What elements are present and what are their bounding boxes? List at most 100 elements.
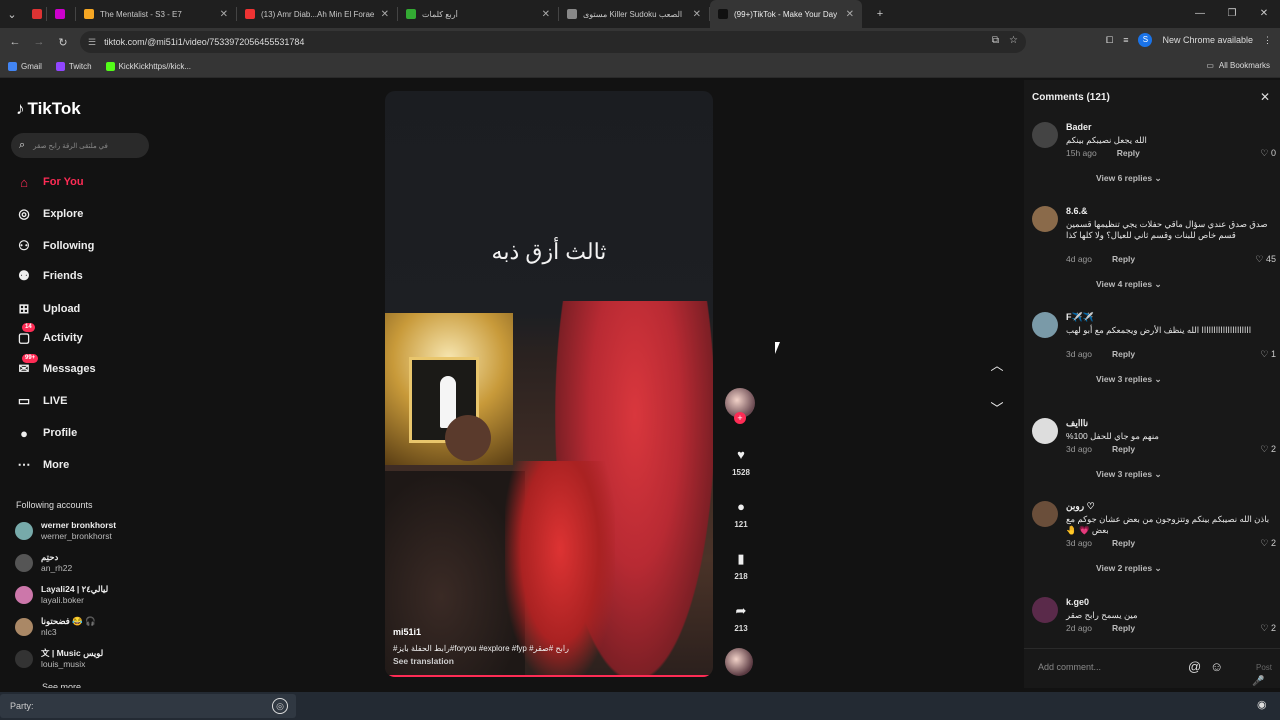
forward-button[interactable]: → bbox=[27, 36, 51, 48]
comment-like[interactable]: ♡ 2 bbox=[1260, 444, 1276, 455]
browser-tab[interactable]: (13) Amr Diab...Ah Min El Forae ✕ bbox=[237, 0, 397, 28]
browser-tab[interactable]: (99+)TikTok - Make Your Day ✕ bbox=[710, 0, 862, 28]
reply-button[interactable]: Reply bbox=[1112, 623, 1135, 633]
tiktok-logo[interactable]: ♪ TikTok bbox=[16, 99, 81, 119]
reading-list-icon[interactable]: ≡ bbox=[1123, 35, 1128, 45]
site-info-icon[interactable]: ☰ bbox=[88, 37, 96, 48]
video-player[interactable]: ثالث أزق ذبه mi51i1 #رابط الحفلة بايز#fo… bbox=[385, 91, 713, 677]
reply-button[interactable]: Reply bbox=[1117, 148, 1140, 158]
comment-author[interactable]: F✈️✈️ bbox=[1066, 312, 1094, 323]
sidebar-item-messages[interactable]: ✉ 99+ Messages bbox=[15, 354, 96, 378]
avatar[interactable] bbox=[1032, 501, 1058, 527]
close-tab-icon[interactable]: ✕ bbox=[536, 9, 550, 20]
sidebar-item-activity[interactable]: ▢ 14 Activity bbox=[15, 323, 83, 347]
bookmark-item[interactable]: Twitch bbox=[55, 62, 92, 71]
search-box[interactable]: ⌕ في ملتقى الرقة رابح صقر bbox=[11, 133, 149, 158]
video-caption[interactable]: #رابط الحفلة بايز#foryou #explore #fyp #… bbox=[393, 644, 569, 653]
see-translation-link[interactable]: See translation bbox=[393, 656, 454, 666]
sidebar-item-upload[interactable]: ⊞ Upload bbox=[15, 300, 81, 318]
close-icon[interactable]: ✕ bbox=[1260, 90, 1270, 104]
comment-action[interactable]: ● 121 bbox=[724, 498, 758, 529]
party-input[interactable]: Party: ◎ bbox=[0, 694, 296, 718]
sound-avatar[interactable] bbox=[725, 648, 753, 676]
browser-tab[interactable]: The Mentalist - S3 - E7 ✕ bbox=[76, 0, 236, 28]
browser-tab[interactable]: مستوى Killer Sudoku الصعب ✕ bbox=[559, 0, 709, 28]
comment-like[interactable]: ♡ 1 bbox=[1260, 349, 1276, 360]
new-chrome-label[interactable]: New Chrome available bbox=[1162, 35, 1253, 45]
browser-tab[interactable] bbox=[47, 0, 75, 28]
mention-icon[interactable]: @ bbox=[1188, 659, 1201, 674]
bookmark-item[interactable]: Gmail bbox=[8, 62, 42, 71]
microphone-icon[interactable]: 🎤 bbox=[1252, 676, 1264, 687]
reply-button[interactable]: Reply bbox=[1112, 349, 1135, 359]
avatar[interactable] bbox=[1032, 206, 1058, 232]
view-replies-button[interactable]: View 3 replies ⌄ bbox=[1096, 374, 1162, 385]
close-tab-icon[interactable]: ✕ bbox=[214, 9, 228, 20]
reload-button[interactable]: ↻ bbox=[51, 36, 75, 49]
next-video-button[interactable]: ﹀ bbox=[988, 398, 1006, 417]
comment-like[interactable]: ♡ 0 bbox=[1260, 148, 1276, 159]
emoji-icon[interactable]: ☺ bbox=[1210, 659, 1223, 674]
following-account[interactable]: 文 | Music لويس louis_musix bbox=[15, 648, 103, 670]
install-app-icon[interactable]: ⧉ bbox=[992, 35, 999, 46]
close-tab-icon[interactable]: ✕ bbox=[840, 9, 854, 20]
browser-tab[interactable]: أربع كلمات ✕ bbox=[398, 0, 558, 28]
close-window-button[interactable]: ✕ bbox=[1248, 0, 1280, 28]
comment-author[interactable]: روبن ♡ bbox=[1066, 501, 1095, 512]
avatar[interactable] bbox=[1032, 418, 1058, 444]
record-icon[interactable]: ◉ bbox=[1257, 698, 1267, 711]
browser-tab[interactable] bbox=[24, 0, 46, 28]
comment-author[interactable]: k.ge0 bbox=[1066, 597, 1089, 607]
avatar[interactable] bbox=[1032, 597, 1058, 623]
reply-button[interactable]: Reply bbox=[1112, 538, 1135, 548]
sidebar-item-live[interactable]: ▭ LIVE bbox=[15, 392, 68, 410]
post-button[interactable]: Post bbox=[1256, 663, 1272, 672]
following-account[interactable]: Layali24 | ليالي٢٤ layali.boker bbox=[15, 584, 108, 606]
new-tab-button[interactable]: + bbox=[868, 8, 892, 20]
following-account[interactable]: دحتِم an_rh22 bbox=[15, 552, 72, 574]
share-action[interactable]: ➦ 213 bbox=[724, 602, 758, 633]
avatar[interactable] bbox=[1032, 312, 1058, 338]
prev-video-button[interactable]: ︿ bbox=[988, 355, 1006, 374]
comment-like[interactable]: ♡ 45 bbox=[1255, 254, 1276, 265]
view-replies-button[interactable]: View 3 replies ⌄ bbox=[1096, 469, 1162, 480]
tab-search-icon[interactable]: ⌄ bbox=[0, 8, 24, 21]
view-replies-button[interactable]: View 4 replies ⌄ bbox=[1096, 279, 1162, 290]
sidebar-item-for-you[interactable]: ⌂ For You bbox=[15, 173, 83, 191]
profile-avatar[interactable]: S bbox=[1138, 33, 1153, 47]
sidebar-item-more[interactable]: ⋯ More bbox=[15, 456, 70, 474]
like-action[interactable]: ♥ 1528 bbox=[724, 446, 758, 477]
avatar[interactable] bbox=[1032, 122, 1058, 148]
bookmark-item[interactable]: KickKickhttps//kick... bbox=[105, 62, 191, 71]
all-bookmarks[interactable]: ▭ All Bookmarks bbox=[1206, 61, 1270, 70]
maximize-button[interactable]: ❐ bbox=[1216, 0, 1248, 28]
video-progress-bar[interactable] bbox=[385, 675, 713, 677]
comment-author[interactable]: Bader bbox=[1066, 122, 1092, 132]
see-more-link[interactable]: See more bbox=[42, 682, 81, 688]
reply-button[interactable]: Reply bbox=[1112, 444, 1135, 454]
follow-plus-icon[interactable]: + bbox=[734, 412, 746, 424]
view-replies-button[interactable]: View 6 replies ⌄ bbox=[1096, 173, 1162, 184]
comment-like[interactable]: ♡ 2 bbox=[1260, 538, 1276, 549]
sidebar-item-friends[interactable]: ⚉ Friends bbox=[15, 267, 83, 285]
address-bar[interactable]: ☰ tiktok.com/@mi51i1/video/7533972056455… bbox=[80, 31, 1026, 53]
video-author[interactable]: mi51i1 bbox=[393, 627, 421, 637]
menu-kebab-icon[interactable]: ⋮ bbox=[1263, 35, 1272, 46]
following-account[interactable]: werner bronkhorst werner_bronkhorst bbox=[15, 520, 116, 542]
bookmark-star-icon[interactable]: ☆ bbox=[1009, 35, 1018, 46]
close-tab-icon[interactable]: ✕ bbox=[375, 9, 389, 20]
comment-like[interactable]: ♡ 2 bbox=[1260, 623, 1276, 634]
sidebar-item-explore[interactable]: ◎ Explore bbox=[15, 205, 83, 223]
minimize-button[interactable]: — bbox=[1184, 0, 1216, 28]
save-action[interactable]: ▮ 218 bbox=[724, 550, 758, 581]
party-icon[interactable]: ◎ bbox=[272, 698, 288, 714]
reply-button[interactable]: Reply bbox=[1112, 254, 1135, 264]
extensions-icon[interactable]: ⧠ bbox=[1106, 35, 1113, 46]
view-replies-button[interactable]: View 2 replies ⌄ bbox=[1096, 563, 1162, 574]
comment-input[interactable]: Add comment... bbox=[1038, 662, 1101, 672]
comment-author[interactable]: 8.6.& bbox=[1066, 206, 1088, 216]
back-button[interactable]: ← bbox=[3, 36, 27, 48]
close-tab-icon[interactable]: ✕ bbox=[687, 9, 701, 20]
following-account[interactable]: فضحتونا 😂 🎧 nlc3 bbox=[15, 616, 96, 638]
sidebar-item-profile[interactable]: ● Profile bbox=[15, 424, 77, 442]
